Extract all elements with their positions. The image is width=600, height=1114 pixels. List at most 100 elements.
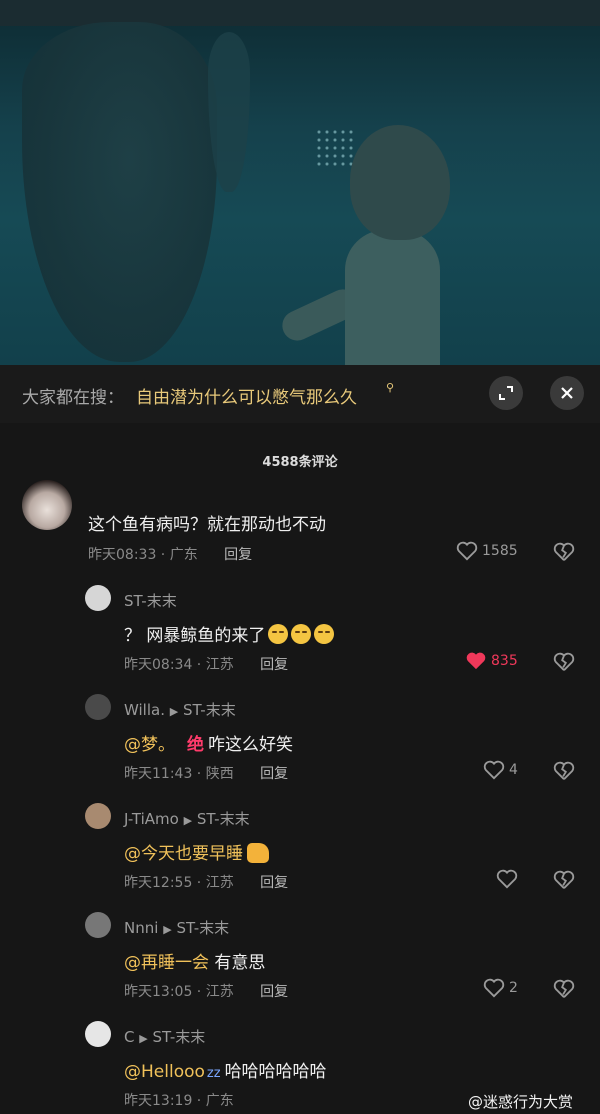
reply-button[interactable]: 回复 <box>260 766 288 782</box>
small-whale-shape <box>208 32 250 192</box>
comment-username[interactable]: ST-末末 <box>124 590 177 611</box>
broken-heart-icon[interactable] <box>553 870 575 890</box>
comment-header: Nnni ▶ ST-末末 <box>124 917 229 938</box>
comment-time: 昨天08:33 <box>88 547 157 563</box>
comment-location: 江苏 <box>205 875 234 891</box>
search-label: 大家都在搜： <box>22 388 124 408</box>
comment-time: 昨天08:34 <box>124 657 193 673</box>
close-button[interactable] <box>550 376 584 410</box>
expand-icon <box>499 386 513 400</box>
reply-to-username[interactable]: ST-末末 <box>183 701 236 719</box>
close-icon <box>561 387 573 399</box>
whale-shape <box>22 22 217 362</box>
like-count: 4 <box>509 762 518 778</box>
like-button[interactable]: 1585 <box>456 541 518 561</box>
comment-time: 昨天11:43 <box>124 766 193 782</box>
highlight-word: 绝 <box>187 735 204 755</box>
heart-icon <box>496 869 518 889</box>
reply-to-username[interactable]: ST-末末 <box>153 1028 206 1046</box>
comment-username[interactable]: J-TiAmo <box>124 810 179 828</box>
weibo-watermark: @迷惑行为大赏 <box>468 1093 574 1111</box>
sleeping-emoji: zz <box>206 1066 221 1081</box>
avatar[interactable] <box>85 1021 111 1047</box>
comment-meta: 昨天08:34 · 江苏 回复 <box>124 657 289 673</box>
like-button[interactable] <box>496 869 518 889</box>
heart-icon <box>456 541 478 561</box>
comment-time: 昨天13:19 <box>124 1093 193 1109</box>
video-player[interactable] <box>0 0 600 365</box>
like-button[interactable]: 2 <box>483 978 518 998</box>
comment-location: 广东 <box>169 547 198 563</box>
comment-text: ？ 网暴鲸鱼的来了 <box>124 621 335 646</box>
reply-to-username[interactable]: ST-末末 <box>176 919 229 937</box>
grimace-emoji <box>291 624 312 644</box>
heart-icon <box>483 978 505 998</box>
comment-meta: 昨天13:05 · 江苏 回复 <box>124 984 289 1000</box>
avatar[interactable] <box>85 585 111 611</box>
comment-text-body: 有意思 <box>209 953 266 973</box>
avatar[interactable] <box>85 694 111 720</box>
broken-heart-icon[interactable] <box>553 979 575 999</box>
comment-text: @梦。绝咋这么好笑 <box>124 730 293 755</box>
comment-location: 江苏 <box>205 984 234 1000</box>
diver-body <box>345 230 440 365</box>
grimace-emoji <box>314 624 335 644</box>
comment-header: J-TiAmo ▶ ST-末末 <box>124 808 250 829</box>
broken-heart-icon[interactable] <box>553 542 575 562</box>
comment-time: 昨天13:05 <box>124 984 193 1000</box>
reply-button[interactable]: 回复 <box>260 657 288 673</box>
bubbles <box>315 128 355 168</box>
comment-text: 这个鱼有病吗？就在那动也不动 <box>88 515 326 535</box>
comment-meta: 昨天11:43 · 陕西 回复 <box>124 766 289 782</box>
comment-text-body: 咋这么好笑 <box>208 735 293 755</box>
reply-button[interactable]: 回复 <box>260 984 288 1000</box>
grimace-emoji <box>268 624 289 644</box>
mention-link[interactable]: @Hellooo <box>124 1062 205 1082</box>
reply-button[interactable]: 回复 <box>260 875 288 891</box>
comment-meta: 昨天13:19 · 广东 <box>124 1093 234 1109</box>
comment-username[interactable]: Nnni <box>124 919 158 937</box>
reply-arrow-icon: ▶ <box>169 705 179 718</box>
comment-username[interactable]: Willa. <box>124 701 165 719</box>
reply-button[interactable]: 回复 <box>224 547 252 563</box>
comment-count: 4588条评论 <box>262 455 338 470</box>
comment-meta: 昨天08:33 · 广东 回复 <box>88 547 253 563</box>
like-count: 1585 <box>482 543 518 559</box>
like-count: 835 <box>491 653 518 669</box>
comment-text: @Hellooo zz 哈哈哈哈哈哈 <box>124 1057 327 1082</box>
thumbs-up-emoji <box>247 843 269 863</box>
like-button[interactable]: 4 <box>483 760 518 780</box>
video-top-strip <box>0 0 600 26</box>
comment-text: @今天也要早睡 <box>124 839 269 864</box>
mention-link[interactable]: @梦。 <box>124 735 175 755</box>
comment-text-body: ？ 网暴鲸鱼的来了 <box>124 626 266 646</box>
mention-link[interactable]: @再睡一会 <box>124 953 209 973</box>
comment-text: @再睡一会 有意思 <box>124 948 265 973</box>
comment-location: 江苏 <box>205 657 234 673</box>
reply-to-username[interactable]: ST-末末 <box>197 810 250 828</box>
heart-icon <box>466 652 486 670</box>
comment-username[interactable]: C <box>124 1028 134 1046</box>
avatar[interactable] <box>85 803 111 829</box>
reply-arrow-icon: ▶ <box>183 814 193 827</box>
like-count: 2 <box>509 980 518 996</box>
avatar[interactable] <box>85 912 111 938</box>
like-button[interactable]: 835 <box>465 651 518 671</box>
search-icon[interactable]: ⚲ <box>386 381 394 394</box>
search-suggestion-link[interactable]: 自由潜为什么可以憋气那么久 <box>136 383 357 408</box>
comment-location: 陕西 <box>205 766 234 782</box>
reply-arrow-icon: ▶ <box>139 1032 148 1045</box>
reply-arrow-icon: ▶ <box>163 923 172 936</box>
comment-time: 昨天12:55 <box>124 875 193 891</box>
avatar[interactable] <box>22 480 72 530</box>
heart-icon <box>483 760 505 780</box>
comment-location: 广东 <box>205 1093 234 1109</box>
broken-heart-icon[interactable] <box>553 761 575 781</box>
comment-header: Willa. ▶ ST-末末 <box>124 699 236 720</box>
broken-heart-icon[interactable] <box>553 652 575 672</box>
comment-text-body: 哈哈哈哈哈哈 <box>224 1062 327 1082</box>
expand-button[interactable] <box>489 376 523 410</box>
comment-meta: 昨天12:55 · 江苏 回复 <box>124 875 289 891</box>
diver-head <box>350 125 450 240</box>
mention-link[interactable]: @今天也要早睡 <box>124 844 243 864</box>
